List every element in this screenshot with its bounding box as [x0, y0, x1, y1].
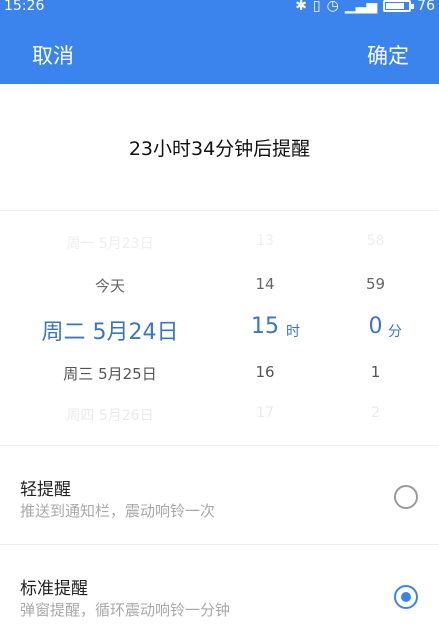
hour-option[interactable]: 16 [220, 363, 310, 381]
minute-option[interactable]: 1 [312, 363, 439, 381]
bluetooth-icon: ✱ [295, 0, 307, 14]
day-option[interactable]: 今天 [0, 275, 220, 296]
reminder-summary: 23小时34分钟后提醒 [128, 137, 311, 160]
status-icons: ✱ ▯ ◷ ▁▃▅ 76 [295, 0, 435, 14]
battery-icon [383, 0, 415, 12]
status-time: 15:26 [4, 0, 45, 14]
hour-option[interactable]: 17 [220, 405, 310, 421]
minute-option[interactable]: 2 [312, 405, 439, 421]
option-subtitle: 弹窗提醒，循环震动响铃一分钟 [20, 601, 231, 619]
standard-reminder-option[interactable]: 标准提醒 弹窗提醒，循环震动响铃一分钟 [0, 546, 439, 643]
option-title: 标准提醒 [20, 579, 88, 599]
cancel-button[interactable]: 取消 [32, 40, 74, 70]
option-title: 轻提醒 [20, 480, 71, 500]
day-option-selected[interactable]: 周二 5月24日 [0, 314, 220, 346]
battery-percent: 76 [417, 0, 435, 14]
day-option[interactable]: 周一 5月23日 [0, 233, 220, 253]
minute-option-selected[interactable]: 0 [312, 314, 439, 339]
day-option[interactable]: 周四 5月26日 [0, 405, 220, 425]
radio-selected[interactable] [394, 585, 418, 609]
confirm-button[interactable]: 确定 [367, 40, 409, 70]
hour-option[interactable]: 13 [220, 233, 310, 249]
minute-option[interactable]: 59 [312, 275, 439, 293]
radio-dot-icon [401, 592, 411, 602]
datetime-picker[interactable]: 周一 5月23日 今天 周二 5月24日 周三 5月25日 周四 5月26日 1… [0, 210, 439, 446]
vibrate-icon: ▯ [312, 0, 321, 14]
clock-icon: ◷ [326, 0, 339, 14]
hour-unit-label: 时 [286, 324, 300, 340]
day-wheel[interactable]: 周一 5月23日 今天 周二 5月24日 周三 5月25日 周四 5月26日 [0, 211, 220, 445]
minute-unit-label: 分 [388, 324, 402, 340]
light-reminder-option[interactable]: 轻提醒 推送到通知栏，震动响铃一次 [0, 447, 439, 545]
status-bar: 15:26 ✱ ▯ ◷ ▁▃▅ 76 [0, 0, 439, 18]
radio-unselected[interactable] [394, 485, 418, 509]
option-subtitle: 推送到通知栏，震动响铃一次 [20, 502, 216, 520]
day-option[interactable]: 周三 5月25日 [0, 363, 220, 384]
hour-option[interactable]: 14 [220, 275, 310, 293]
header-bar: 15:26 ✱ ▯ ◷ ▁▃▅ 76 取消 确定 [0, 0, 439, 84]
minute-option[interactable]: 58 [312, 233, 439, 249]
minute-wheel[interactable]: 58 59 0 1 2 [312, 211, 439, 445]
signal-icon: ▁▃▅ [344, 0, 378, 14]
